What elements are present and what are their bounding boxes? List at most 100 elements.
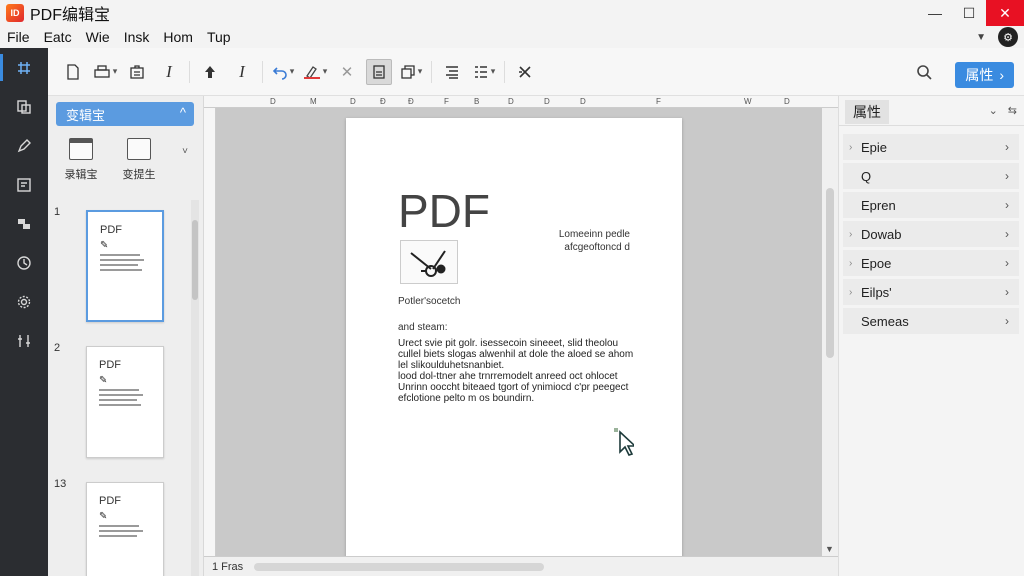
toolbar-separator [262, 60, 263, 83]
dock-icon[interactable]: ⇆ [1008, 104, 1017, 117]
chevron-down-icon[interactable]: ˅ [182, 146, 188, 157]
ruler-label: Ð [408, 97, 414, 106]
chevron-up-icon[interactable]: ^ [180, 105, 186, 120]
text-line [99, 404, 141, 406]
property-label: Semeas [861, 313, 909, 329]
ruler-label: D [270, 97, 276, 106]
panel-tool-record[interactable]: 录辑宝 [56, 136, 106, 182]
pen-icon: ✎ [99, 375, 108, 386]
folder-icon [127, 138, 151, 160]
thumbnail-title: PDF [99, 495, 121, 507]
property-item[interactable]: › Dowab › [843, 221, 1019, 247]
page-image[interactable] [400, 240, 458, 284]
menu-view[interactable]: Wie [79, 29, 117, 45]
italic-icon[interactable]: I [156, 59, 182, 85]
scrollbar-thumb[interactable] [192, 220, 198, 300]
text-line [99, 399, 137, 401]
text-line [99, 530, 143, 532]
thumbnail-list: 1 PDF ✎ 2 PDF ✎ 13 PDF ✎ [48, 200, 204, 576]
menu-dropdown-icon[interactable]: ▼ [976, 32, 986, 43]
menu-edit[interactable]: Eatc [37, 29, 79, 45]
text-line [99, 535, 137, 537]
collapse-icon[interactable]: ⌄ [989, 104, 998, 117]
document-scrollbar[interactable]: ▼ [822, 108, 838, 556]
horizontal-scrollbar[interactable] [254, 563, 544, 571]
menu-home[interactable]: Hom [156, 29, 200, 45]
pdf-page[interactable]: PDF Lomeeinn pedle afcgeoftoncd d Potler… [346, 118, 682, 558]
menu-right-controls: ▼ ⚙ [976, 26, 1018, 48]
property-item[interactable]: › Epoe › [843, 250, 1019, 276]
text-italic-icon[interactable]: I [229, 59, 255, 85]
panel-tool-label: 录辑宝 [64, 169, 98, 181]
rail-pages-icon[interactable] [0, 87, 48, 126]
panel-header-label: 变辑宝 [66, 107, 106, 123]
properties-tab[interactable]: 属性 [845, 100, 889, 124]
scroll-down-icon[interactable]: ▼ [825, 544, 834, 554]
ruler-label: D [350, 97, 356, 106]
page-body-text[interactable]: Urect svie pit golr. isessecoin sineeet,… [398, 338, 638, 404]
close-button[interactable]: ✕ [986, 0, 1024, 26]
rail-settings-icon[interactable] [0, 282, 48, 321]
rail-form-icon[interactable] [0, 165, 48, 204]
page-thumbnail[interactable]: PDF ✎ [86, 346, 164, 458]
scrollbar-thumb[interactable] [826, 188, 834, 358]
ruler-label: F [656, 97, 661, 106]
main-toolbar: I I ✕ 属性 › [48, 48, 1024, 96]
document-area: D M D Ð Ð F B D D D F W D PDF Lomeeinn p… [204, 96, 838, 576]
property-item[interactable]: › Epie › [843, 134, 1019, 160]
rail-adjust-icon[interactable] [0, 321, 48, 360]
page-subheading[interactable]: and steam: [398, 322, 447, 333]
property-item[interactable]: Q › [843, 163, 1019, 189]
title-bar: ID PDF编辑宝 — ☐ ✕ [0, 0, 1024, 26]
list-icon[interactable] [471, 59, 497, 85]
property-item[interactable]: Epren › [843, 192, 1019, 218]
thumbnail-title: PDF [99, 359, 121, 371]
rail-edit-icon[interactable] [0, 126, 48, 165]
new-file-icon[interactable] [60, 59, 86, 85]
arrow-up-icon[interactable] [197, 59, 223, 85]
align-icon[interactable] [439, 59, 465, 85]
search-icon[interactable] [916, 64, 932, 85]
chevron-right-icon: › [1005, 314, 1009, 328]
highlight-icon[interactable] [302, 59, 328, 85]
menu-file[interactable]: File [0, 29, 37, 45]
property-item[interactable]: › Eilps' › [843, 279, 1019, 305]
page-caption[interactable]: Potler'socetch [398, 296, 461, 307]
thumbnail-number: 13 [54, 478, 67, 490]
account-icon[interactable]: ⚙ [998, 27, 1018, 47]
rail-thumbnails-icon[interactable] [0, 48, 48, 87]
panel-header[interactable]: 变辑宝 ^ [56, 102, 194, 126]
property-item[interactable]: Semeas › [843, 308, 1019, 334]
body-line: efclotione pelto m os boundirn. [398, 393, 535, 404]
undo-icon[interactable] [270, 59, 296, 85]
panel-tool-extract[interactable]: 变提生 [114, 136, 164, 182]
menu-insert[interactable]: Insk [117, 29, 157, 45]
page-thumbnail[interactable]: PDF ✎ [86, 482, 164, 576]
chevron-right-icon: › [1005, 256, 1009, 270]
panel-tools: 录辑宝 变提生 ˅ [56, 136, 196, 192]
menu-tools[interactable]: Tup [200, 29, 238, 45]
thumbnail-scrollbar[interactable] [191, 200, 199, 576]
maximize-button[interactable]: ☐ [952, 0, 986, 26]
minimize-button[interactable]: — [918, 0, 952, 26]
pen-icon: ✎ [99, 511, 108, 522]
chevron-right-icon: › [999, 67, 1004, 83]
page-tool-icon[interactable] [366, 58, 392, 85]
tools-icon[interactable] [512, 59, 538, 85]
page-side-text[interactable]: Lomeeinn pedle afcgeoftoncd d [559, 228, 630, 254]
rail-history-icon[interactable] [0, 243, 48, 282]
property-label: Dowab [861, 226, 902, 242]
page-indicator[interactable]: 1 Fras [212, 561, 243, 573]
copy-icon[interactable] [398, 59, 424, 85]
body-line: Urect svie pit golr. isessecoin sineeet,… [398, 338, 619, 349]
page-title[interactable]: PDF [398, 184, 490, 238]
page-thumbnail[interactable]: PDF ✎ [86, 210, 164, 322]
rail-layers-icon[interactable] [0, 204, 48, 243]
thumbnail-number: 2 [54, 342, 61, 354]
cross-icon[interactable]: ✕ [334, 59, 360, 85]
print-icon[interactable] [92, 59, 118, 85]
properties-list: › Epie › Q › Epren › › Dowab › › Epoe › … [843, 134, 1019, 337]
properties-button[interactable]: 属性 › [955, 62, 1014, 88]
stamp-icon[interactable] [124, 59, 150, 85]
text-line [100, 259, 144, 261]
